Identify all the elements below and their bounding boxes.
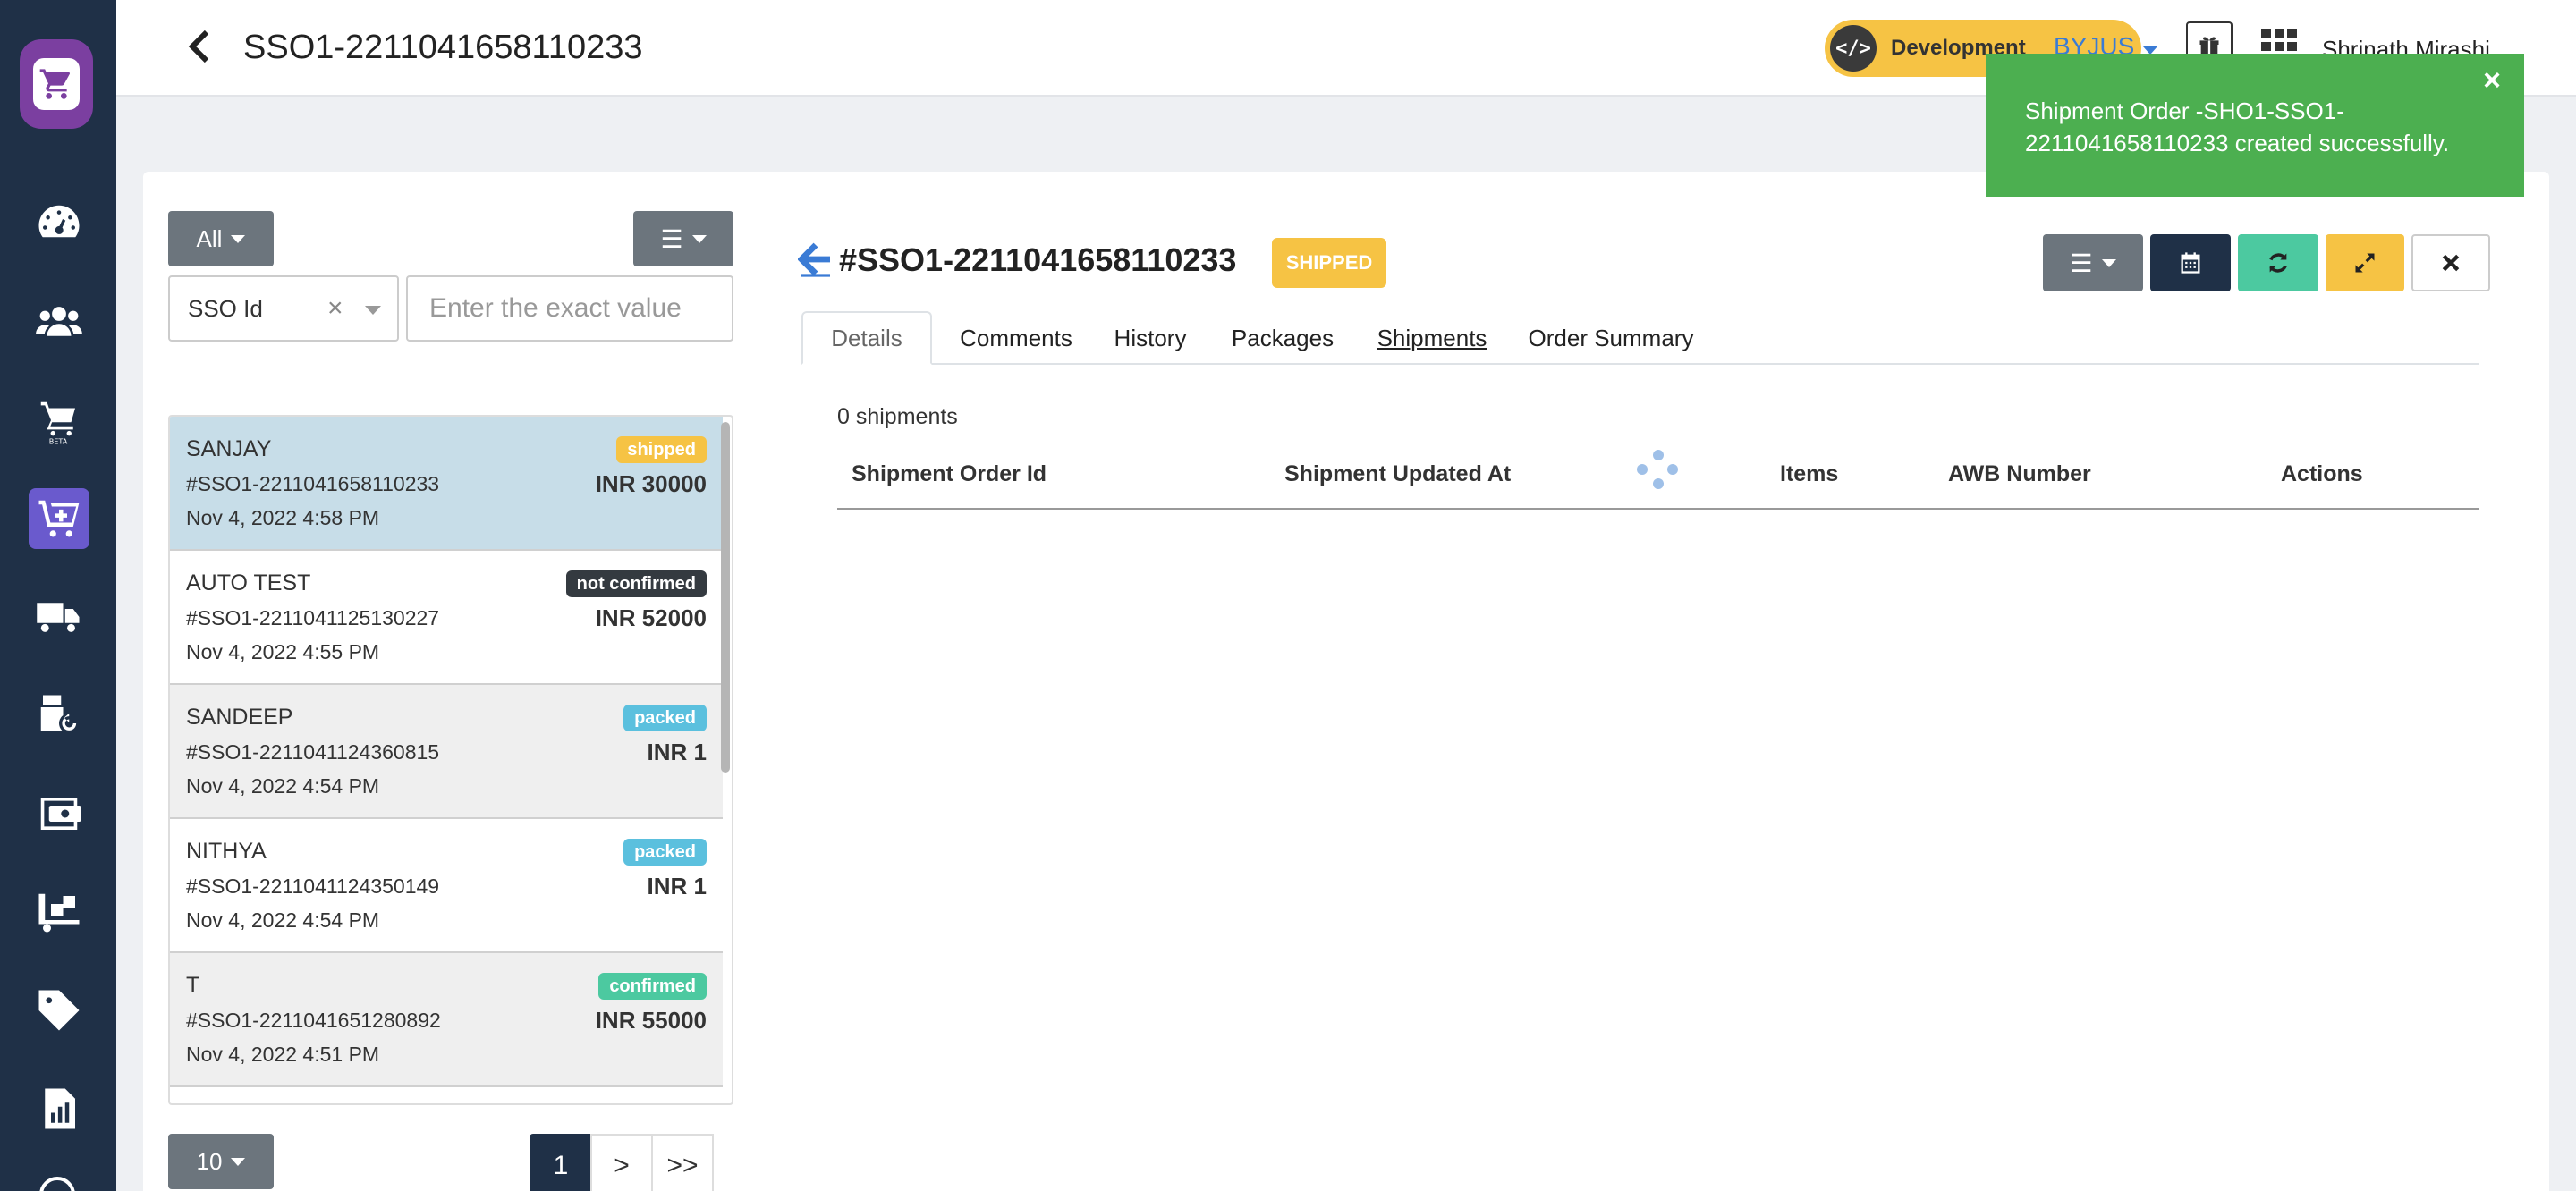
toast-message: Shipment Order -SHO1-SSO1-22110416581102… <box>2025 97 2450 156</box>
order-list-item[interactable]: SANJAY #SSO1-2211041658110233 Nov 4, 202… <box>170 417 723 551</box>
menu-icon: ☰ <box>2070 249 2093 277</box>
code-icon: </> <box>1830 25 1877 72</box>
page-size-select[interactable]: 10 <box>168 1134 274 1189</box>
order-id: #SSO1-2211041658110233 <box>186 472 440 495</box>
back-arrow-icon[interactable] <box>181 29 216 64</box>
order-amount: INR 1 <box>647 873 707 900</box>
chevron-down-icon <box>365 306 381 315</box>
page-1-button[interactable]: 1 <box>530 1134 592 1191</box>
customer-name: NITHYA <box>186 839 267 864</box>
help-icon[interactable] <box>39 1177 75 1191</box>
shipments-count: 0 shipments <box>837 404 958 429</box>
list-scrollbar[interactable] <box>721 422 730 773</box>
order-list-item[interactable]: T #SSO1-2211041651280892 Nov 4, 2022 4:5… <box>170 953 723 1087</box>
refresh-button[interactable] <box>2238 234 2318 291</box>
customer-name: AUTO TEST <box>186 570 311 596</box>
close-icon <box>2442 254 2460 272</box>
close-button[interactable] <box>2411 234 2490 291</box>
app-logo[interactable] <box>20 39 93 129</box>
calendar-icon <box>2181 252 2200 274</box>
column-items[interactable]: Items <box>1780 461 1838 487</box>
chevron-down-icon <box>231 234 246 243</box>
success-toast: × Shipment Order -SHO1-SSO1-221104165811… <box>1986 54 2524 197</box>
order-date: Nov 4, 2022 4:55 PM <box>186 640 380 663</box>
billing-icon[interactable] <box>29 783 89 844</box>
close-icon[interactable]: × <box>2483 64 2501 97</box>
order-list-item[interactable]: AUTO TEST #SSO1-2211041125130227 Nov 4, … <box>170 551 723 685</box>
truck-icon[interactable] <box>29 587 89 647</box>
order-list[interactable]: SANJAY #SSO1-2211041658110233 Nov 4, 202… <box>168 415 733 1105</box>
order-amount: INR 1 <box>647 739 707 765</box>
loading-spinner-icon <box>1637 450 1680 493</box>
tag-icon[interactable] <box>29 980 89 1041</box>
status-filter-button[interactable]: All <box>168 211 274 266</box>
page-size-label: 10 <box>196 1147 223 1175</box>
order-amount: INR 30000 <box>595 470 707 497</box>
order-list-item[interactable]: NITHYA #SSO1-2211041124350149 Nov 4, 202… <box>170 819 723 953</box>
customer-name: SANDEEP <box>186 705 293 730</box>
tab-shipments[interactable]: Shipments <box>1365 311 1499 365</box>
order-title: #SSO1-2211041658110233 <box>839 241 1237 278</box>
reports-icon[interactable] <box>29 1078 89 1139</box>
tab-packages[interactable]: Packages <box>1220 311 1345 365</box>
order-date: Nov 4, 2022 4:58 PM <box>186 506 380 529</box>
back-arrow-icon[interactable] <box>798 241 834 277</box>
shopping-cart-logo-icon <box>33 58 80 110</box>
pagination: 1 > >> <box>530 1134 714 1191</box>
list-menu-button[interactable]: ☰ <box>633 211 733 266</box>
clear-icon[interactable]: × <box>327 293 343 324</box>
tab-history[interactable]: History <box>1097 311 1204 365</box>
chevron-down-icon <box>2101 258 2116 267</box>
customer-name: SANJAY <box>186 436 272 461</box>
tab-order-summary[interactable]: Order Summary <box>1517 311 1705 365</box>
order-date: Nov 4, 2022 4:54 PM <box>186 908 380 932</box>
order-list-item[interactable]: SANDEEP #SSO1-2211041124360815 Nov 4, 20… <box>170 685 723 819</box>
expand-button[interactable] <box>2326 234 2404 291</box>
order-date: Nov 4, 2022 4:54 PM <box>186 774 380 798</box>
order-id: #SSO1-2211041125130227 <box>186 606 440 629</box>
page-title: SSO1-2211041658110233 <box>243 29 643 66</box>
chevron-down-icon <box>691 234 707 243</box>
order-id: #SSO1-2211041124350149 <box>186 874 440 898</box>
returns-icon[interactable] <box>29 685 89 746</box>
status-badge: confirmed <box>598 973 707 1000</box>
chevron-down-icon <box>231 1157 246 1166</box>
svg-text:BETA: BETA <box>49 437 68 444</box>
status-badge: packed <box>623 839 707 866</box>
order-id: #SSO1-2211041124360815 <box>186 740 440 764</box>
order-amount: INR 55000 <box>595 1007 707 1034</box>
order-status-badge: SHIPPED <box>1272 238 1386 288</box>
detail-tabs: Details Comments History Packages Shipme… <box>801 311 2479 365</box>
order-date: Nov 4, 2022 4:51 PM <box>186 1043 380 1066</box>
order-amount: INR 52000 <box>595 604 707 631</box>
status-badge: not confirmed <box>565 570 707 597</box>
filter-value-input[interactable] <box>406 275 733 342</box>
inventory-icon[interactable] <box>29 882 89 942</box>
column-shipment-updated-at[interactable]: Shipment Updated At <box>1284 461 1511 487</box>
order-id: #SSO1-2211041651280892 <box>186 1009 441 1032</box>
next-page-button[interactable]: > <box>590 1134 653 1191</box>
calendar-button[interactable] <box>2150 234 2231 291</box>
actions-menu-button[interactable]: ☰ <box>2043 234 2143 291</box>
status-filter-label: All <box>196 224 223 252</box>
expand-icon <box>2355 253 2375 273</box>
users-icon[interactable] <box>29 291 89 352</box>
column-awb-number[interactable]: AWB Number <box>1948 461 2091 487</box>
tab-comments[interactable]: Comments <box>953 311 1079 365</box>
cart-icon[interactable] <box>29 488 89 549</box>
column-actions[interactable]: Actions <box>2281 461 2363 487</box>
menu-icon: ☰ <box>660 224 683 253</box>
column-shipment-order-id[interactable]: Shipment Order Id <box>852 461 1046 487</box>
status-badge: shipped <box>616 436 707 463</box>
filter-field-label: SSO Id <box>188 294 263 322</box>
last-page-button[interactable]: >> <box>651 1134 714 1191</box>
filter-field-select[interactable]: SSO Id × <box>168 275 399 342</box>
status-badge: packed <box>623 705 707 731</box>
tab-details[interactable]: Details <box>801 311 932 365</box>
dashboard-icon[interactable] <box>29 193 89 254</box>
sidebar: BETA <box>0 0 116 1191</box>
beta-icon[interactable]: BETA <box>29 390 89 451</box>
customer-name: T <box>186 973 200 998</box>
refresh-icon <box>2269 253 2287 273</box>
